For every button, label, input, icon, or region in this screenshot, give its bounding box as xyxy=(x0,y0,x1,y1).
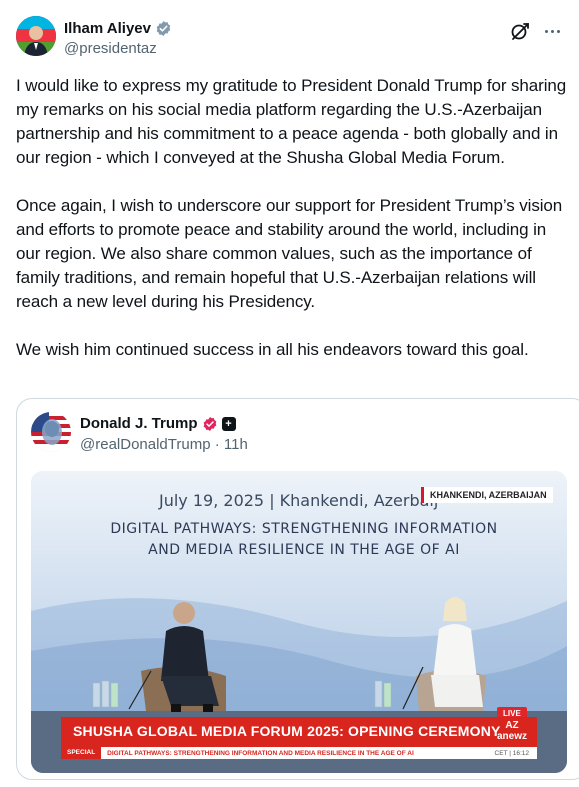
stage-headline-line-1: DIGITAL PATHWAYS: STRENGTHENING INFORMAT… xyxy=(110,521,498,537)
grok-icon[interactable] xyxy=(509,20,531,42)
verified-badge-icon xyxy=(203,416,216,431)
stage-date-line: July 19, 2025 | Khankendi, Azerbaij xyxy=(159,491,439,510)
quoted-author-avatar[interactable] xyxy=(31,412,71,452)
stage-headline: DIGITAL PATHWAYS: STRENGTHENING INFORMAT… xyxy=(79,519,529,561)
author-handle[interactable]: @presidentaz xyxy=(64,40,157,57)
channel-logo-name: anewz xyxy=(496,731,527,742)
ticker-text: DIGITAL PATHWAYS: STRENGTHENING INFORMAT… xyxy=(107,749,414,757)
post-paragraph-3: We wish him continued success in all his… xyxy=(16,340,529,359)
author-avatar[interactable] xyxy=(16,16,56,56)
news-ticker: SPECIAL DIGITAL PATHWAYS: STRENGTHENING … xyxy=(61,747,537,759)
author-name-row: Ilham Aliyev xyxy=(64,20,172,37)
post-paragraph-2: Once again, I wish to underscore our sup… xyxy=(16,196,563,311)
ticker-time: CET | 16:12 xyxy=(494,749,529,757)
stage-headline-line-2: AND MEDIA RESILIENCE IN THE AGE OF AI xyxy=(148,542,460,558)
post-paragraph-1: I would like to express my gratitude to … xyxy=(16,76,567,167)
quoted-meta: @realDonaldTrump · 11h xyxy=(80,436,248,453)
quoted-name-row: Donald J. Trump + xyxy=(80,415,236,432)
ticker-label: SPECIAL xyxy=(61,747,102,759)
post-header: Ilham Aliyev @presidentaz xyxy=(16,16,563,64)
post-text: I would like to express my gratitude to … xyxy=(16,74,568,386)
verified-badge-icon xyxy=(156,21,171,36)
affiliate-badge-icon: + xyxy=(221,416,236,431)
more-icon[interactable] xyxy=(541,20,563,42)
meta-separator: · xyxy=(214,436,220,453)
news-banner: SHUSHA GLOBAL MEDIA FORUM 2025: OPENING … xyxy=(61,717,537,747)
author-name[interactable]: Ilham Aliyev xyxy=(64,20,151,37)
quoted-post[interactable]: Donald J. Trump + @realDonaldTrump · 11h xyxy=(16,398,579,780)
channel-logo: AZ anewz xyxy=(497,720,527,742)
location-tag: KHANKENDI, AZERBAIJAN xyxy=(421,487,553,503)
news-banner-text: SHUSHA GLOBAL MEDIA FORUM 2025: OPENING … xyxy=(73,723,501,739)
quoted-author-handle[interactable]: @realDonaldTrump xyxy=(80,436,211,453)
quoted-post-age[interactable]: 11h xyxy=(224,436,248,453)
quoted-author-name[interactable]: Donald J. Trump xyxy=(80,415,198,432)
channel-logo-mark: AZ xyxy=(505,720,519,731)
quoted-media-image[interactable]: July 19, 2025 | Khankendi, Azerbaij KHAN… xyxy=(31,471,567,773)
